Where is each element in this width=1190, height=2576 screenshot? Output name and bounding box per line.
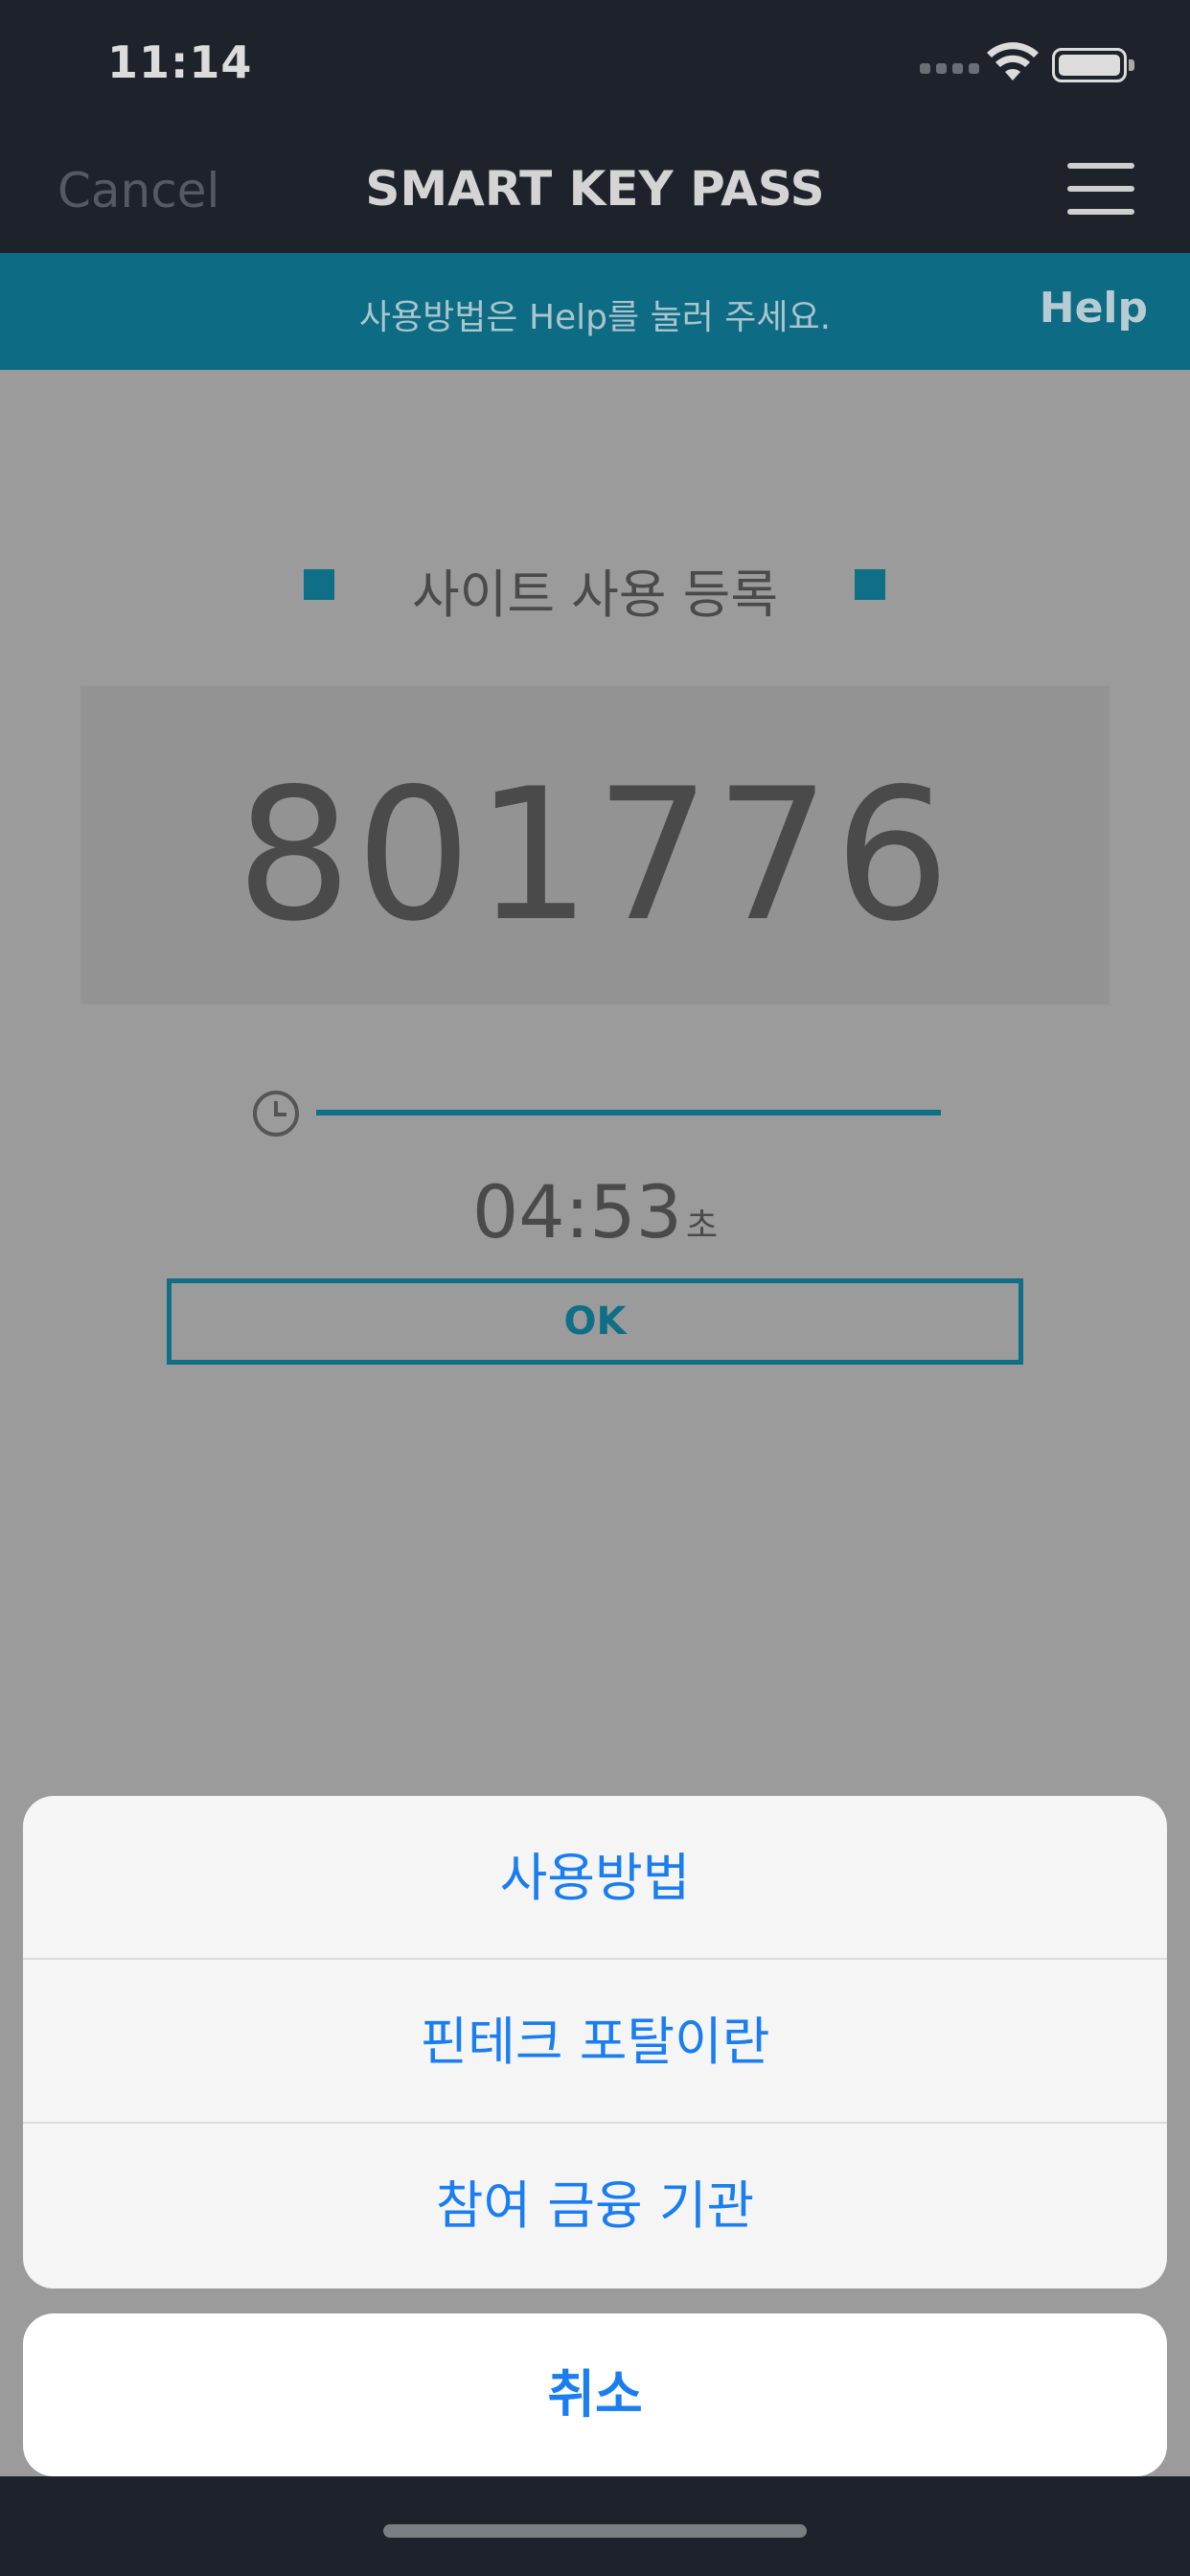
action-usage-guide[interactable]: 사용방법 xyxy=(23,1796,1167,1960)
cellular-signal-icon xyxy=(920,63,979,77)
countdown-timer: 04:53 초 xyxy=(0,1169,1190,1254)
clock-icon xyxy=(253,1091,299,1137)
action-sheet-cancel-button[interactable]: 취소 xyxy=(23,2313,1167,2476)
home-bar xyxy=(0,2476,1190,2576)
timer-progress-fill xyxy=(316,1110,941,1116)
square-bullet-icon xyxy=(855,569,885,600)
auth-code: 801776 xyxy=(236,749,954,961)
section-title: 사이트 사용 등록 xyxy=(411,564,779,625)
home-indicator[interactable] xyxy=(383,2524,807,2538)
action-sheet: 사용방법 핀테크 포탈이란 참여 금융 기관 xyxy=(23,1796,1167,2288)
code-display: 801776 xyxy=(80,686,1110,1004)
status-time: 11:14 xyxy=(107,36,253,88)
timer-unit: 초 xyxy=(685,1207,719,1246)
help-banner: 사용방법은 Help를 눌러 주세요. Help xyxy=(0,253,1190,370)
battery-icon xyxy=(1052,48,1134,82)
action-participating-institutions[interactable]: 참여 금융 기관 xyxy=(23,2124,1167,2288)
help-button[interactable]: Help xyxy=(1040,284,1148,333)
help-hint-text: 사용방법은 Help를 눌러 주세요. xyxy=(358,298,832,337)
hamburger-menu-icon[interactable] xyxy=(1067,163,1134,215)
timer-progress-bar xyxy=(316,1110,941,1116)
action-fintech-portal[interactable]: 핀테크 포탈이란 xyxy=(23,1960,1167,2124)
wifi-icon xyxy=(987,42,1039,80)
nav-bar: Cancel SMART KEY PASS xyxy=(0,134,1190,253)
app-title: SMART KEY PASS xyxy=(365,161,825,217)
timer-value: 04:53 xyxy=(471,1169,682,1254)
ok-button[interactable]: OK xyxy=(167,1278,1023,1365)
status-bar: 11:14 xyxy=(0,0,1190,134)
